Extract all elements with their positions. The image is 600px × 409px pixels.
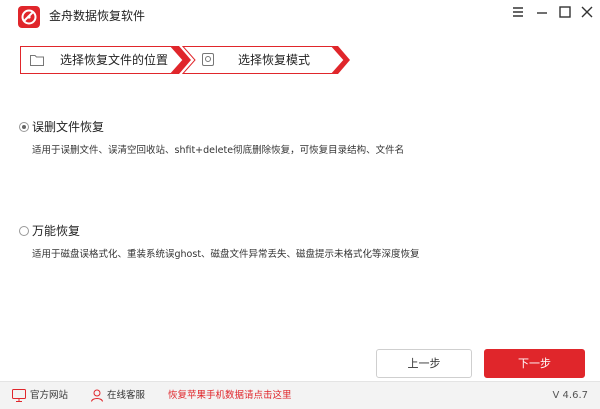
step-label: 选择恢复文件的位置 [60, 53, 169, 67]
footer: 官方网站 在线客服 恢复苹果手机数据请点击这里 V 4.6.7 [0, 381, 600, 409]
step-select-location: 选择恢复文件的位置 [30, 46, 170, 74]
website-link[interactable]: 官方网站 [30, 390, 68, 402]
step-select-mode: 选择恢复模式 [202, 46, 332, 74]
option-title[interactable]: 误删文件恢复 [32, 120, 104, 134]
menu-icon[interactable] [510, 4, 526, 20]
option-description: 适用于误删文件、误清空回收站、shfit+delete彻底删除恢复，可恢复目录结… [32, 145, 405, 156]
support-icon [91, 389, 103, 402]
folder-icon [30, 55, 44, 66]
maximize-icon[interactable] [557, 4, 573, 20]
option-title[interactable]: 万能恢复 [32, 224, 80, 238]
version-label: V 4.6.7 [552, 390, 588, 401]
iphone-recovery-link[interactable]: 恢复苹果手机数据请点击这里 [168, 390, 292, 402]
close-icon[interactable] [579, 4, 595, 20]
radio-deleted-recovery[interactable] [19, 122, 29, 132]
title-bar: 金舟数据恢复软件 [0, 0, 600, 33]
disk-icon [202, 53, 214, 66]
option-description: 适用于磁盘误格式化、重装系统误ghost、磁盘文件异常丢失、磁盘提示未格式化等深… [32, 249, 420, 260]
next-button[interactable]: 下一步 [484, 349, 585, 378]
prev-button[interactable]: 上一步 [376, 349, 472, 378]
step-indicator: 选择恢复文件的位置 选择恢复模式 [20, 46, 350, 74]
support-link[interactable]: 在线客服 [107, 390, 145, 402]
radio-universal-recovery[interactable] [19, 226, 29, 236]
monitor-icon [12, 389, 26, 402]
app-logo-icon [18, 6, 40, 28]
app-title: 金舟数据恢复软件 [49, 9, 146, 23]
minimize-icon[interactable] [534, 4, 550, 20]
step-label: 选择恢复模式 [238, 53, 311, 67]
